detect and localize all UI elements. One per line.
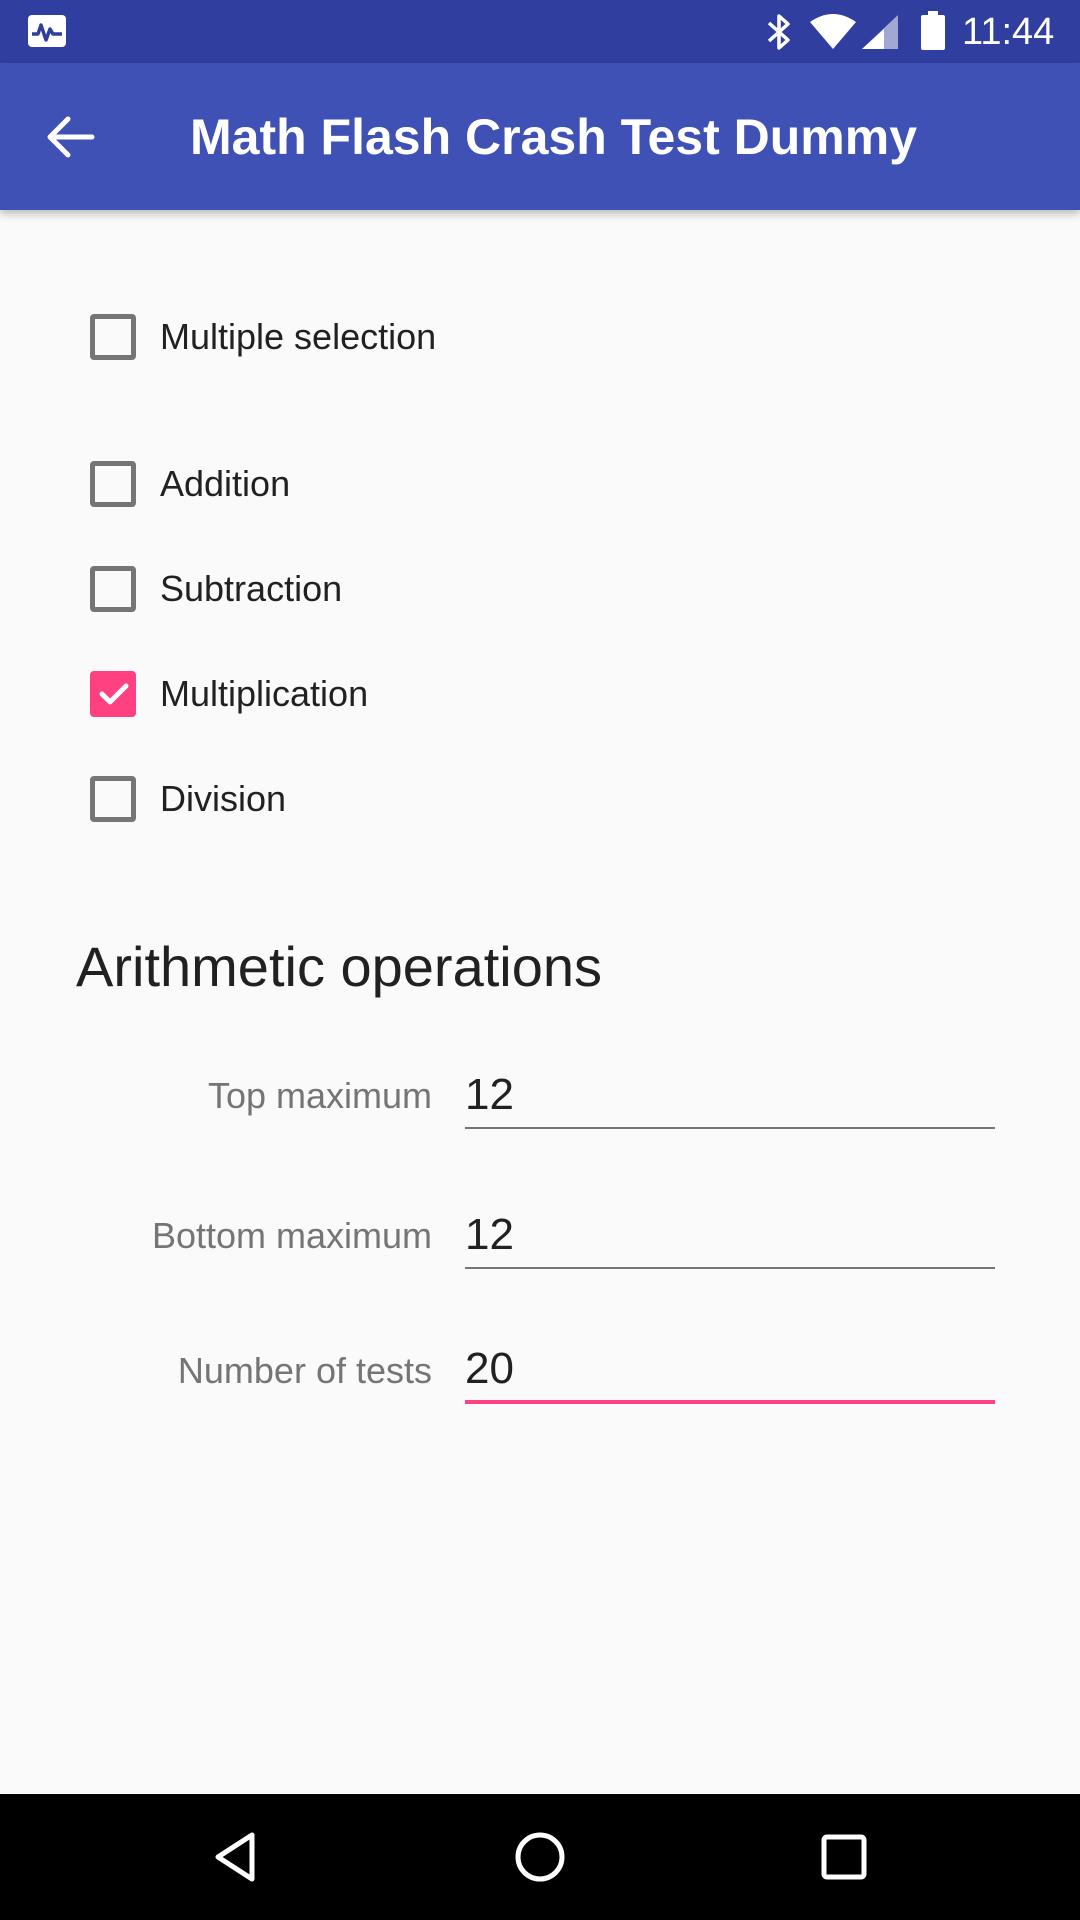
bottom-maximum-label: Bottom maximum — [151, 1215, 432, 1256]
activity-monitor-icon — [28, 15, 66, 47]
checkbox-division[interactable]: Division — [90, 769, 286, 829]
app-bar: Math Flash Crash Test Dummy — [0, 63, 1080, 210]
bluetooth-icon — [767, 14, 790, 50]
home-circle-icon[interactable] — [510, 1827, 570, 1887]
back-triangle-icon[interactable] — [206, 1827, 266, 1887]
checkbox-box[interactable] — [90, 461, 136, 507]
checkbox-box[interactable] — [90, 566, 136, 612]
cell-signal-icon — [862, 15, 898, 49]
checkmark-icon — [99, 683, 129, 705]
system-nav-bar — [0, 1794, 1080, 1920]
checkbox-label: Multiplication — [160, 673, 369, 714]
bottom-maximum-input[interactable] — [465, 1209, 995, 1269]
top-maximum-label: Top maximum — [207, 1075, 432, 1116]
checkbox-multiplication[interactable]: Multiplication — [90, 664, 368, 724]
checkbox-addition[interactable]: Addition — [90, 454, 290, 514]
status-bar: 11:44 — [0, 0, 1080, 63]
number-of-tests-input[interactable] — [465, 1344, 995, 1404]
checkbox-label: Subtraction — [160, 568, 343, 609]
checkbox-subtraction[interactable]: Subtraction — [90, 559, 342, 619]
checkbox-label: Multiple selection — [160, 316, 437, 357]
page-title: Math Flash Crash Test Dummy — [190, 109, 918, 165]
checkbox-label: Division — [160, 778, 287, 819]
number-of-tests-label: Number of tests — [177, 1350, 432, 1391]
status-clock: 11:44 — [962, 11, 1055, 53]
checkbox-box[interactable] — [90, 314, 136, 360]
checkbox-box-checked[interactable] — [90, 671, 136, 717]
wifi-icon — [810, 14, 856, 49]
checkbox-box[interactable] — [90, 776, 136, 822]
section-title: Arithmetic operations — [76, 935, 603, 998]
checkbox-multiple-selection[interactable]: Multiple selection — [90, 307, 436, 367]
arrow-back-icon[interactable] — [40, 107, 100, 167]
top-maximum-input[interactable] — [465, 1069, 995, 1129]
recents-square-icon[interactable] — [814, 1827, 874, 1887]
checkbox-label: Addition — [160, 463, 291, 504]
battery-icon — [921, 11, 945, 50]
